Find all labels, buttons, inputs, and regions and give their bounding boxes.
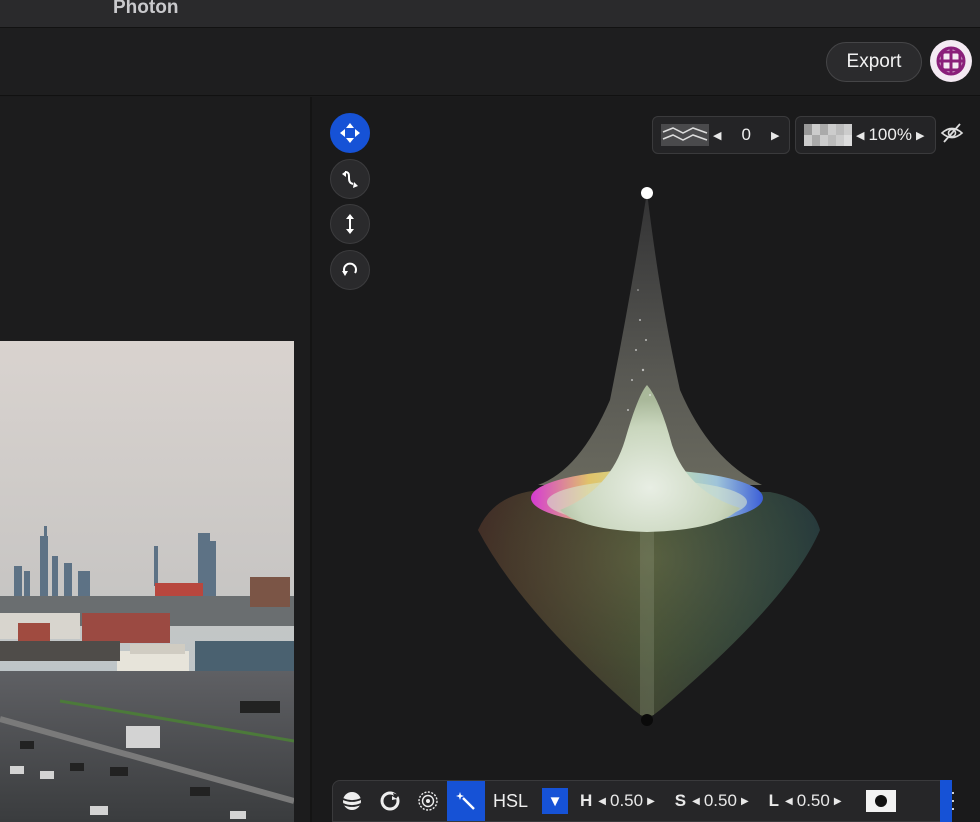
bottom-toolbar: HSL ▼ H ◀ 0.50 ▶ S ◀ 0.50 ▶ L ◀ 0.50 ▶ xyxy=(332,780,952,822)
layers-wave-icon xyxy=(661,124,709,146)
curve-tool-button[interactable] xyxy=(330,159,370,199)
lightness-key: L xyxy=(768,791,780,810)
curve-path-icon xyxy=(342,171,358,188)
opacity-increase-arrow[interactable]: ▶ xyxy=(912,129,928,142)
opacity-value: 100% xyxy=(868,125,912,144)
hue-increase-arrow[interactable]: ▶ xyxy=(643,796,659,807)
more-options-icon[interactable]: · · · xyxy=(950,783,956,817)
layer-decrease-arrow[interactable]: ◀ xyxy=(709,129,725,142)
mask-toggle-icon[interactable] xyxy=(865,790,896,812)
opacity-decrease-arrow[interactable]: ◀ xyxy=(852,129,868,142)
lightness-increase-arrow[interactable]: ▶ xyxy=(830,796,846,807)
rotate-tool-button[interactable] xyxy=(330,250,370,290)
refresh-cycle-icon[interactable] xyxy=(371,781,409,821)
black-pole-handle xyxy=(641,714,653,726)
saturation-key: S xyxy=(674,791,687,810)
rotate-icon xyxy=(342,262,357,276)
move-arrows-icon xyxy=(340,123,360,143)
title-bar: Photon xyxy=(0,0,980,28)
hue-value: 0.50 xyxy=(610,791,644,810)
saturation-value: 0.50 xyxy=(703,791,737,810)
mode-dropdown-chevron-icon[interactable]: ▼ xyxy=(542,788,569,814)
magic-wand-icon[interactable] xyxy=(447,781,485,821)
vertical-arrows-icon xyxy=(346,214,354,234)
target-rings-icon[interactable] xyxy=(409,781,447,821)
app-title: Photon xyxy=(113,0,179,18)
sphere-view-icon[interactable] xyxy=(333,781,371,821)
saturation-param: S ◀ 0.50 ▶ xyxy=(675,791,753,811)
vertical-tool-button[interactable] xyxy=(330,204,370,244)
layer-value: 0 xyxy=(741,125,751,144)
hue-key: H xyxy=(580,791,593,810)
app-logo-icon[interactable] xyxy=(930,40,972,82)
export-button[interactable]: Export xyxy=(826,42,922,82)
white-pole-handle xyxy=(641,187,653,199)
layer-increase-arrow[interactable]: ▶ xyxy=(767,129,783,142)
hue-decrease-arrow[interactable]: ◀ xyxy=(594,796,610,807)
saturation-decrease-arrow[interactable]: ◀ xyxy=(688,796,704,807)
hsl-color-volume-plot[interactable] xyxy=(460,180,840,740)
lightness-decrease-arrow[interactable]: ◀ xyxy=(781,796,797,807)
lightness-value: 0.50 xyxy=(796,791,830,810)
move-tool-button[interactable] xyxy=(330,113,370,153)
color-mode-label: HSL xyxy=(493,790,529,811)
hide-visibility-icon[interactable] xyxy=(940,122,964,144)
opacity-checker-icon xyxy=(804,124,852,146)
opacity-control: ◀ 100% ▶ xyxy=(795,116,936,154)
hue-param: H ◀ 0.50 ▶ xyxy=(580,791,659,811)
lightness-param: L ◀ 0.50 ▶ xyxy=(769,791,846,811)
saturation-increase-arrow[interactable]: ▶ xyxy=(737,796,753,807)
layer-control: ◀ 0 ▶ xyxy=(652,116,790,154)
photo-preview xyxy=(0,341,294,822)
